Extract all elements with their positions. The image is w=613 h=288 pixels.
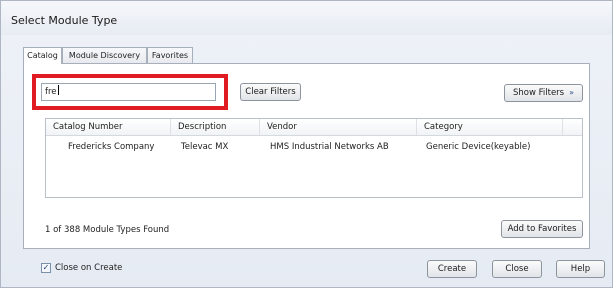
create-button[interactable]: Create xyxy=(427,260,477,278)
results-count: 1 of 388 Module Types Found xyxy=(45,225,170,235)
close-on-create-label: Close on Create xyxy=(55,263,123,273)
show-filters-label: Show Filters xyxy=(512,88,565,98)
text-caret xyxy=(57,85,59,95)
column-header-vendor[interactable]: Vendor xyxy=(260,119,417,135)
tab-favorites[interactable]: Favorites xyxy=(147,47,193,63)
column-header-category[interactable]: Category xyxy=(417,119,563,135)
search-input[interactable]: fre xyxy=(41,83,216,101)
title-bar: Select Module Type xyxy=(1,1,612,35)
cell-catalog-number: Fredericks Company xyxy=(68,142,155,152)
tab-module-discovery[interactable]: Module Discovery xyxy=(62,47,147,63)
close-on-create-checkbox[interactable]: ✓ xyxy=(41,263,51,273)
add-to-favorites-button[interactable]: Add to Favorites xyxy=(501,220,583,238)
search-input-value: fre xyxy=(45,87,57,97)
table-header: Catalog Number Description Vendor Catego… xyxy=(46,119,582,136)
clear-filters-button[interactable]: Clear Filters xyxy=(240,83,301,101)
column-header-description[interactable]: Description xyxy=(171,119,260,135)
dialog-title: Select Module Type xyxy=(11,14,118,27)
check-icon: ✓ xyxy=(42,263,50,272)
cell-description: Televac MX xyxy=(181,142,229,152)
close-button[interactable]: Close xyxy=(492,260,542,278)
cell-category: Generic Device(keyable) xyxy=(426,142,531,152)
module-types-table: Catalog Number Description Vendor Catego… xyxy=(45,118,583,198)
show-filters-button[interactable]: Show Filters » xyxy=(504,84,583,102)
double-chevron-down-icon: » xyxy=(569,88,575,97)
cell-vendor: HMS Industrial Networks AB xyxy=(270,142,389,152)
tab-catalog[interactable]: Catalog xyxy=(23,47,62,64)
column-header-catalog-number[interactable]: Catalog Number xyxy=(46,119,171,135)
help-button[interactable]: Help xyxy=(556,260,605,278)
select-module-type-dialog: Select Module Type Catalog Module Discov… xyxy=(0,0,613,288)
